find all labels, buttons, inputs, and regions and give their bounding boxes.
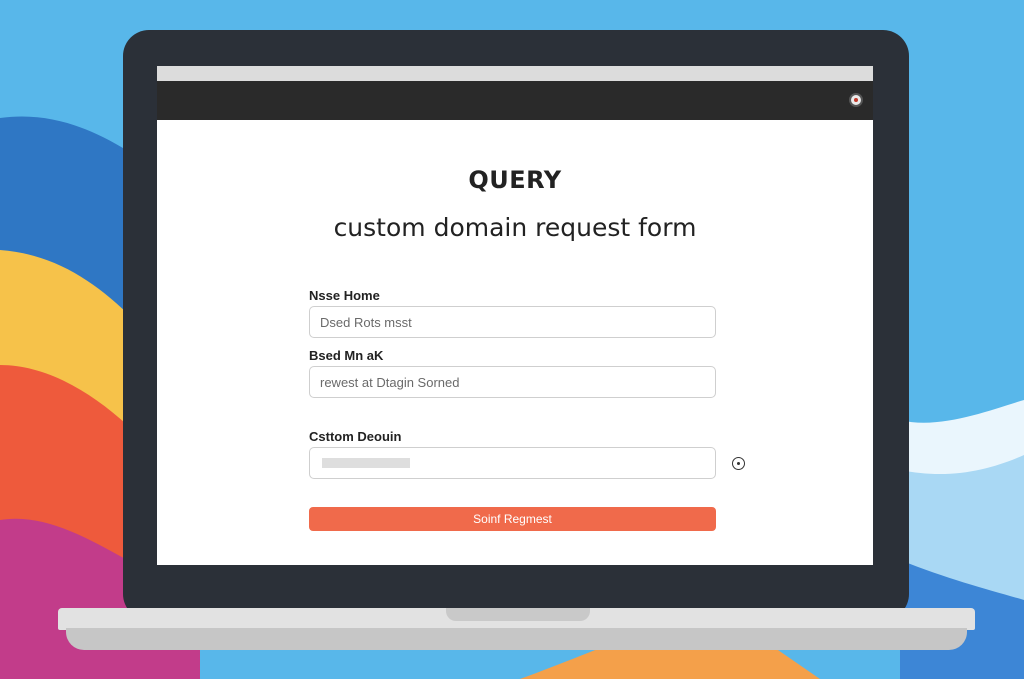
laptop-base-lower [66, 628, 967, 650]
submit-request-button[interactable]: Soinf Regmest [309, 507, 716, 531]
custom-domain-label: Csttom Deouin [309, 429, 402, 444]
field-2-input[interactable] [309, 366, 716, 398]
input-placeholder-bar [322, 458, 410, 468]
browser-chrome [157, 66, 873, 81]
app-header-bar [157, 81, 873, 120]
laptop-hinge-notch [446, 608, 590, 621]
field-2-label: Bsed Mn aK [309, 348, 384, 363]
field-1-label: Nsse Home [309, 288, 380, 303]
browser-screen: QUERY custom domain request form Nsse Ho… [157, 66, 873, 565]
field-1-input[interactable] [309, 306, 716, 338]
user-avatar-icon[interactable] [849, 93, 863, 107]
info-icon[interactable] [732, 457, 745, 470]
page-subtitle: custom domain request form [333, 213, 697, 242]
page-title: QUERY [468, 166, 562, 194]
